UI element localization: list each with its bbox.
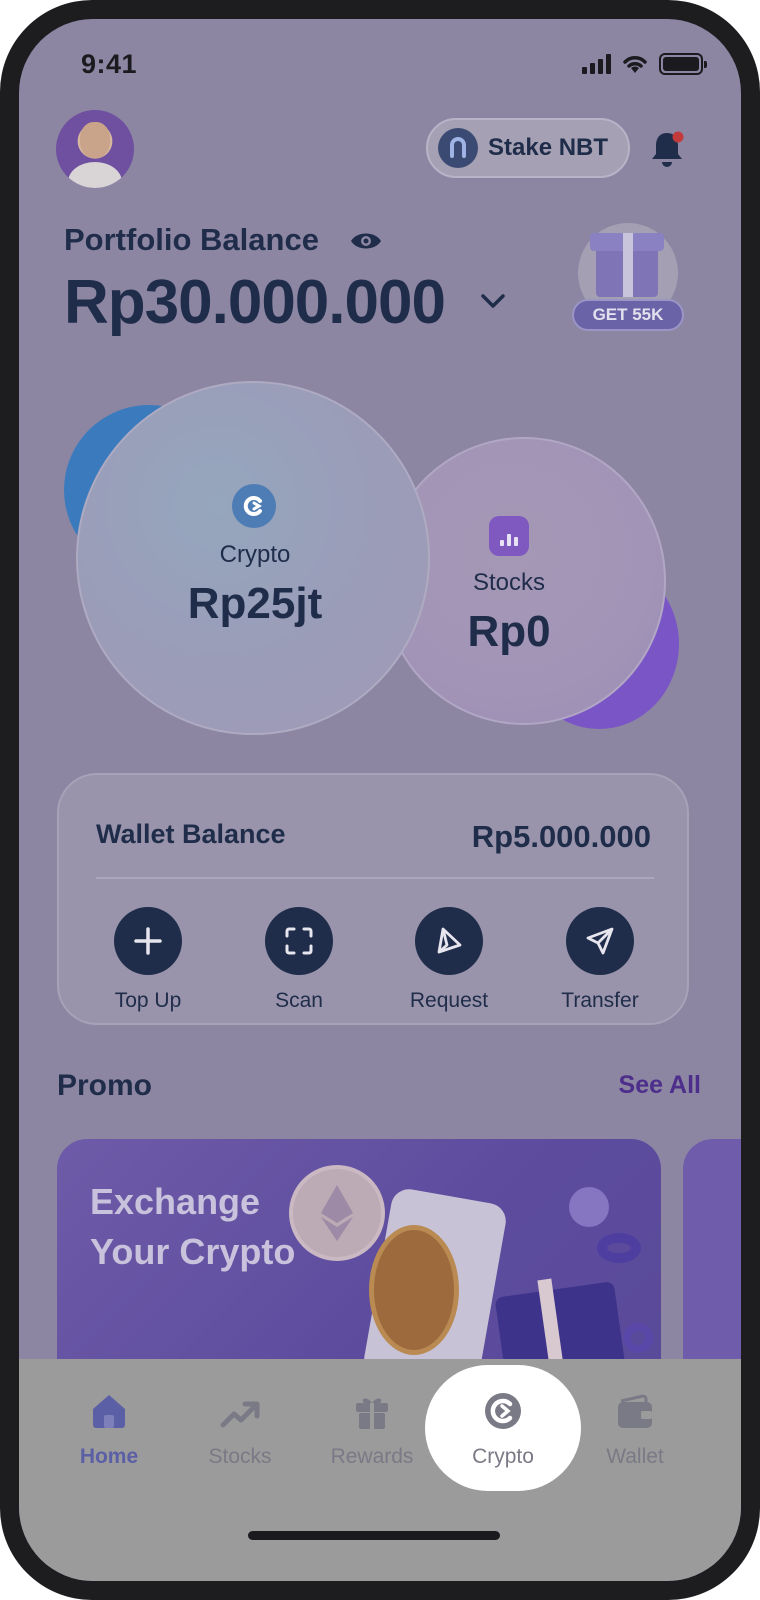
transfer-button[interactable]: Transfer (530, 907, 670, 1013)
crypto-icon (232, 484, 276, 528)
crypto-label: Crypto (219, 541, 291, 568)
status-time: 9:41 (81, 49, 138, 79)
tab-wallet-label: Wallet (606, 1445, 664, 1468)
portfolio-balance-value: Rp30.000.000 (64, 268, 446, 337)
top-up-button[interactable]: Top Up (78, 907, 218, 1013)
home-indicator (248, 1531, 500, 1540)
request-label: Request (409, 989, 489, 1012)
status-icons (582, 53, 707, 75)
wallet-balance-amount: Rp5.000.000 (471, 819, 651, 854)
stake-nbt-label: Stake NBT (488, 134, 609, 161)
stocks-value: Rp0 (467, 607, 551, 656)
eye-icon[interactable] (349, 229, 383, 253)
reward-badge-label: GET 55K (572, 299, 684, 331)
tab-stocks[interactable]: Stocks (174, 1381, 306, 1469)
request-button[interactable]: Request (379, 907, 519, 1013)
request-icon (415, 907, 483, 975)
scan-label: Scan (275, 989, 323, 1012)
crypto-icon (485, 1393, 521, 1429)
bitcoin-coin-illustration (369, 1225, 459, 1355)
scan-button[interactable]: Scan (229, 907, 369, 1013)
tab-crypto[interactable]: Crypto (437, 1381, 569, 1469)
promo-banner-text: Exchange Your Crypto (90, 1181, 296, 1272)
trending-up-icon (220, 1401, 260, 1428)
see-all-link[interactable]: See All (619, 1071, 701, 1100)
chevron-down-icon[interactable] (479, 292, 507, 310)
promo-title: Promo (57, 1069, 153, 1102)
top-up-label: Top Up (114, 989, 182, 1012)
ethereum-coin-illustration (289, 1165, 385, 1261)
scan-icon (265, 907, 333, 975)
phone-frame: 9:41 Stake NBT Portfolio Balance Rp30.00… (0, 0, 760, 1600)
battery-icon (659, 53, 707, 75)
portfolio-balance-label: Portfolio Balance (64, 222, 319, 257)
tab-rewards-label: Rewards (330, 1445, 414, 1468)
gift-icon (356, 1398, 388, 1429)
tab-stocks-label: Stocks (208, 1445, 272, 1468)
tab-crypto-label: Crypto (472, 1445, 534, 1468)
stocks-label: Stocks (472, 569, 546, 596)
tab-home-label: Home (79, 1445, 139, 1468)
plus-icon (114, 907, 182, 975)
tab-wallet[interactable]: Wallet (569, 1381, 701, 1469)
notification-bell-icon[interactable] (649, 129, 685, 169)
tab-rewards[interactable]: Rewards (306, 1381, 438, 1469)
wallet-balance-card: Wallet Balance Rp5.000.000 Top Up Scan R… (57, 773, 689, 1025)
send-icon (566, 907, 634, 975)
wallet-icon (618, 1394, 652, 1428)
divider (96, 877, 654, 879)
stocks-chart-icon (489, 516, 529, 556)
wallet-balance-title: Wallet Balance (96, 819, 286, 849)
transfer-label: Transfer (561, 989, 639, 1012)
stake-nbt-button[interactable]: Stake NBT (426, 118, 630, 178)
crypto-value: Rp25jt (187, 579, 323, 628)
reward-badge[interactable]: GET 55K (572, 217, 684, 337)
promo-banner-next[interactable] (683, 1139, 741, 1379)
avatar[interactable] (56, 110, 134, 188)
app-screen: 9:41 Stake NBT Portfolio Balance Rp30.00… (19, 19, 741, 1581)
wifi-icon (623, 56, 647, 73)
cellular-signal-icon (582, 54, 611, 74)
nbt-logo-icon (438, 128, 478, 168)
promo-banner[interactable]: Exchange Your Crypto (57, 1139, 661, 1379)
home-icon (93, 1395, 125, 1428)
tab-home[interactable]: Home (43, 1381, 175, 1469)
